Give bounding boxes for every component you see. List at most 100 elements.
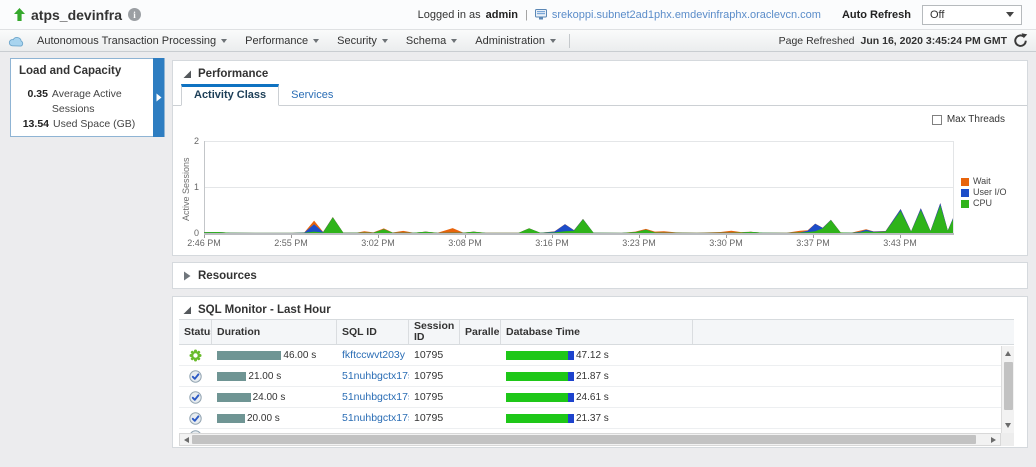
page-refreshed-label: Page Refreshed <box>779 35 855 47</box>
vertical-scroll-thumb[interactable] <box>1004 362 1013 410</box>
sql-monitor-section-header[interactable]: SQL Monitor - Last Hour <box>173 297 1027 320</box>
scroll-down-arrow[interactable] <box>1005 423 1011 428</box>
menu-divider <box>569 34 570 48</box>
db-time-cpu-bar <box>506 351 568 360</box>
load-capacity-card: Load and Capacity 0.35Average Active Ses… <box>10 58 165 137</box>
legend-swatch <box>961 178 969 186</box>
performance-section: Performance Activity ClassServices Max T… <box>172 60 1028 256</box>
plot-right-border <box>953 141 954 233</box>
table-row: 21.00 s51nuhbgctx17s1079521.87 s <box>179 366 1001 387</box>
top-header-bar: atps_devinfra i Logged in as admin | sre… <box>0 0 1036 30</box>
sql-monitor-title: SQL Monitor - Last Hour <box>198 304 331 316</box>
running-status-icon <box>179 345 212 365</box>
menubar-item-label: Schema <box>406 35 446 47</box>
sql-id-link[interactable]: 51nuhbgctx17s <box>342 391 409 403</box>
chevron-down-icon <box>550 39 556 43</box>
db-time-io-bar <box>568 393 574 402</box>
parallel-cell <box>460 345 501 365</box>
stacked-area-chart <box>204 141 953 233</box>
section-expanded-icon <box>183 70 192 79</box>
x-axis-tick: 3:08 PM <box>448 238 482 248</box>
completed-status-icon <box>179 366 212 386</box>
load-capacity-metrics: 0.35Average Active Sessions13.54Used Spa… <box>11 87 164 132</box>
performance-section-header[interactable]: Performance <box>173 61 1027 84</box>
column-header-duration[interactable]: Duration <box>212 320 337 344</box>
max-threads-checkbox[interactable] <box>932 115 942 125</box>
menubar: Autonomous Transaction ProcessingPerform… <box>0 30 1036 52</box>
scroll-up-arrow[interactable] <box>1005 351 1011 356</box>
column-header-status[interactable]: Status <box>179 320 212 344</box>
duration-cell: 46.00 s <box>212 345 337 365</box>
max-threads-option[interactable]: Max Threads <box>932 114 1005 125</box>
table-row: 20.00 s51nuhbgctx17s1079521.37 s <box>179 408 1001 429</box>
scroll-left-arrow[interactable] <box>184 437 189 443</box>
legend-label: CPU <box>973 198 992 209</box>
sql-id-link[interactable]: 51nuhbgctx17s <box>342 412 409 424</box>
completed-status-icon <box>179 408 212 428</box>
menubar-item-schema[interactable]: Schema <box>397 30 466 51</box>
menu-items: Autonomous Transaction ProcessingPerform… <box>28 30 565 51</box>
menubar-item-performance[interactable]: Performance <box>236 30 328 51</box>
sql-monitor-section: SQL Monitor - Last Hour StatusDurationSQ… <box>172 296 1028 448</box>
tab-activity-class[interactable]: Activity Class <box>181 84 279 106</box>
refresh-icon[interactable] <box>1013 33 1028 48</box>
sql-id-link[interactable]: fkftccwvt203y <box>342 349 405 361</box>
tab-services[interactable]: Services <box>279 86 345 106</box>
topbar-right: Logged in as admin | srekoppi.subnet2ad1… <box>418 5 1022 25</box>
legend-swatch <box>961 189 969 197</box>
column-header-parallel[interactable]: Parallel <box>460 320 501 344</box>
db-time-value: 21.87 s <box>576 371 609 382</box>
scroll-right-arrow[interactable] <box>991 437 996 443</box>
database-time-cell: 47.12 s <box>501 345 693 365</box>
completed-status-icon <box>179 387 212 407</box>
chevron-down-icon <box>221 39 227 43</box>
section-expanded-icon <box>183 306 192 315</box>
resources-section[interactable]: Resources <box>172 262 1028 289</box>
database-time-cell: 21.87 s <box>501 366 693 386</box>
host-icon <box>535 9 547 20</box>
db-time-cpu-bar <box>506 414 568 423</box>
duration-bar <box>217 393 251 402</box>
horizontal-scrollbar[interactable] <box>179 433 1001 446</box>
target-title-group: atps_devinfra i <box>14 7 141 23</box>
empty-cell <box>693 366 1001 386</box>
vertical-scrollbar[interactable] <box>1001 346 1014 433</box>
menubar-item-administration[interactable]: Administration <box>466 30 565 51</box>
column-header-session-id[interactable]: Session ID <box>409 320 460 344</box>
menubar-item-security[interactable]: Security <box>328 30 397 51</box>
duration-bar <box>217 414 245 423</box>
sql-id-cell: 51nuhbgctx17s <box>337 387 409 407</box>
chevron-down-icon <box>451 39 457 43</box>
y-axis-tick: 2 <box>173 136 199 146</box>
metric-row: 13.54Used Space (GB) <box>11 117 164 132</box>
x-axis-tick: 2:46 PM <box>187 238 221 248</box>
empty-cell <box>693 408 1001 428</box>
sql-id-link[interactable]: 51nuhbgctx17s <box>342 370 409 382</box>
y-axis-tick: 1 <box>173 182 199 192</box>
info-icon[interactable]: i <box>128 8 141 21</box>
menubar-item-autonomous-transaction-processing[interactable]: Autonomous Transaction Processing <box>28 30 236 51</box>
session-id-cell: 10795 <box>409 408 460 428</box>
duration-bar <box>217 372 246 381</box>
db-time-value: 21.37 s <box>576 413 609 424</box>
column-header-blank[interactable] <box>693 320 1014 344</box>
expand-panel-arrow[interactable] <box>153 58 164 137</box>
x-axis-tick: 2:55 PM <box>274 238 308 248</box>
horizontal-scroll-thumb[interactable] <box>192 435 976 444</box>
duration-value: 46.00 s <box>283 350 316 361</box>
completed-status-icon <box>189 430 202 433</box>
column-header-sql-id[interactable]: SQL ID <box>337 320 409 344</box>
column-header-database-time[interactable]: Database Time <box>501 320 693 344</box>
metric-label: Average Active Sessions <box>52 87 164 117</box>
database-time-cell: 24.61 s <box>501 387 693 407</box>
logged-in-label: Logged in as <box>418 9 481 21</box>
scrollbar-corner <box>1001 433 1014 446</box>
x-axis-tick: 3:23 PM <box>622 238 656 248</box>
duration-value: 24.00 s <box>253 392 286 403</box>
x-axis-tick: 3:16 PM <box>535 238 569 248</box>
auto-refresh-select[interactable]: Off <box>922 5 1022 25</box>
table-row: 46.00 sfkftccwvt203y1079547.12 s <box>179 345 1001 366</box>
host-link[interactable]: srekoppi.subnet2ad1phx.emdevinfraphx.ora… <box>552 9 821 21</box>
page-refreshed-time: Jun 16, 2020 3:45:24 PM GMT <box>861 35 1007 47</box>
page: atps_devinfra i Logged in as admin | sre… <box>0 0 1036 467</box>
